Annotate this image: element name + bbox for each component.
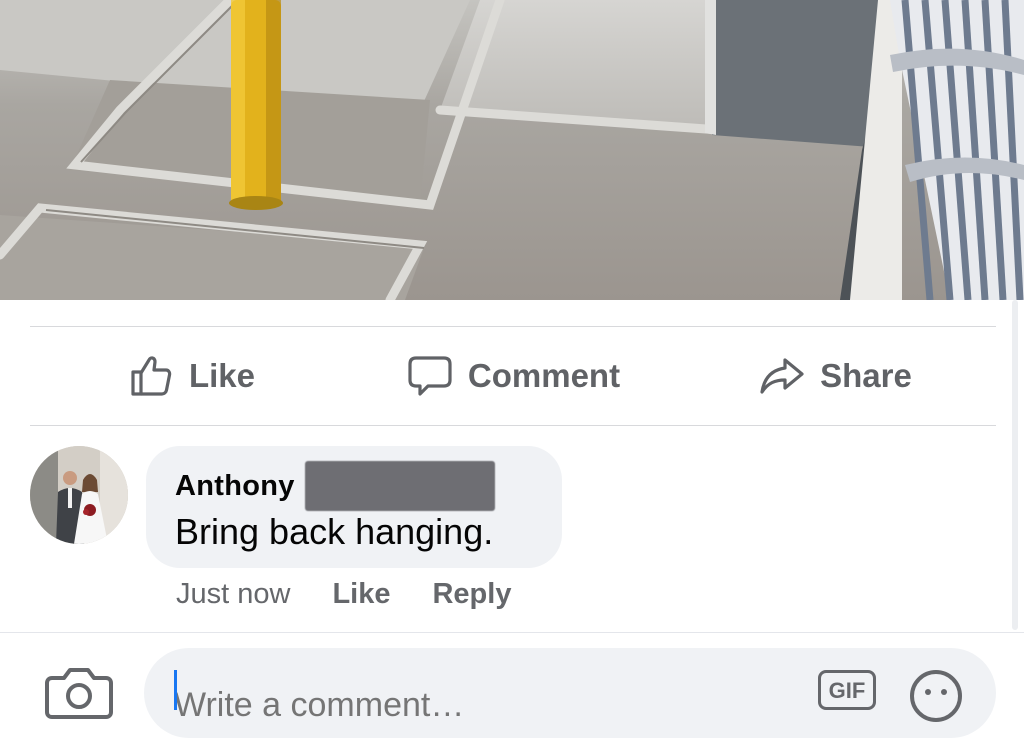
thumbs-up-icon (131, 356, 172, 396)
gif-button[interactable]: GIF (818, 670, 876, 710)
share-arrow-icon (760, 358, 804, 394)
comment-meta-row: Just now Like Reply (176, 574, 553, 614)
scrollbar-track[interactable] (1012, 300, 1018, 630)
comment-reply-link[interactable]: Reply (432, 578, 511, 611)
smiley-icon (910, 670, 962, 722)
comment-like-link[interactable]: Like (332, 578, 390, 611)
commenter-avatar[interactable] (30, 446, 128, 544)
comment-author-row: Anthony (175, 461, 534, 511)
comment-author-name[interactable]: Anthony (175, 470, 295, 503)
share-button[interactable]: Share (674, 341, 996, 411)
composer-divider (0, 632, 1024, 633)
comment-timestamp: Just now (176, 577, 291, 610)
speech-bubble-icon (408, 356, 452, 396)
post-action-bar: Like Comment Share (30, 327, 996, 425)
text-caret (174, 670, 177, 710)
avatar-photo (30, 446, 128, 544)
share-button-label: Share (820, 357, 912, 394)
post-photo[interactable] (0, 0, 1024, 300)
camera-icon (45, 668, 113, 719)
like-button-label: Like (188, 357, 256, 394)
like-button[interactable]: Like (30, 341, 352, 411)
camera-button[interactable] (44, 660, 114, 720)
action-bar-bottom-divider (30, 425, 996, 426)
emoji-button[interactable] (908, 668, 964, 724)
comment-text: Bring back hanging. (175, 511, 494, 552)
redacted-surname (304, 461, 495, 511)
comment-button-label: Comment (467, 357, 621, 394)
comment-button[interactable]: Comment (352, 341, 674, 411)
post-photo-image (0, 0, 1024, 300)
comment-bubble[interactable]: Anthony Bring back hanging. (146, 446, 562, 568)
